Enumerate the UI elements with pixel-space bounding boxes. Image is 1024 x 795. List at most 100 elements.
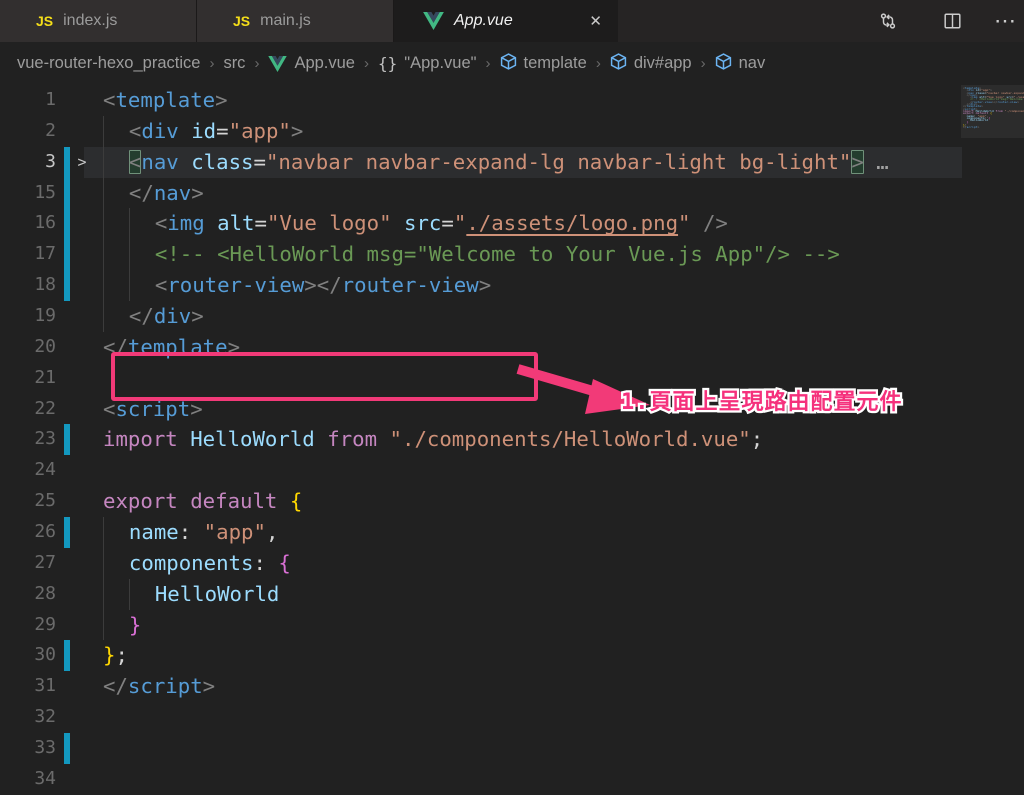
code-line-17[interactable]: 17 <!-- <HelloWorld msg="Welcome to Your …: [0, 239, 1024, 271]
annotation-label: 1.頁面上呈現路由配置元件: [619, 388, 904, 417]
breadcrumb-label: vue-router-hexo_practice: [17, 54, 201, 72]
breadcrumb-item-div-app[interactable]: div#app: [610, 52, 692, 75]
code-lines: 1 <template> 2 <div id="app"> 3 > <nav class="…: [0, 85, 1024, 795]
tab-main.js[interactable]: JS main.js: [197, 0, 394, 42]
more-actions-icon[interactable]: ⋯: [992, 7, 1020, 35]
breadcrumb-item-nav[interactable]: nav: [715, 52, 766, 75]
breadcrumb-item-vue-router-hexo-practice[interactable]: vue-router-hexo_practice: [17, 54, 200, 73]
line-number: 25: [34, 490, 56, 512]
symbol-cube-icon: [715, 52, 732, 75]
code-text: name: "app",: [103, 517, 1024, 548]
minimap[interactable]: <template> <div id="app"> <nav class="na…: [961, 85, 1024, 795]
code-line-15[interactable]: 15 </nav>: [0, 177, 1024, 209]
open-changes-icon[interactable]: [874, 7, 902, 35]
fold-gutter: [70, 301, 94, 332]
code-line-25[interactable]: 25 export default {: [0, 486, 1024, 517]
breadcrumb-separator-icon: ›: [700, 55, 706, 72]
code-line-29[interactable]: 29}: [0, 609, 1024, 641]
tab-list: JS index.js JS main.js App.vue ✕: [0, 0, 618, 42]
fold-gutter: [70, 517, 94, 548]
line-number: 24: [34, 459, 56, 481]
fold-gutter: [70, 671, 94, 702]
close-icon[interactable]: ✕: [587, 12, 604, 31]
line-number: 18: [34, 274, 56, 296]
breadcrumb-separator-icon: ›: [363, 55, 369, 72]
breadcrumb-separator-icon: ›: [254, 55, 260, 72]
code-line-30[interactable]: 30};: [0, 640, 1024, 672]
line-number: 1: [45, 89, 56, 110]
braces-icon: {}: [377, 54, 398, 73]
breadcrumb-label: "App.vue": [404, 54, 477, 72]
code-line-24[interactable]: 24: [0, 455, 1024, 486]
code-text: import HelloWorld from "./components/Hel…: [103, 427, 764, 452]
annotation-box: [111, 352, 538, 401]
line-number: 32: [34, 706, 56, 728]
code-editor[interactable]: 1 <template> 2 <div id="app"> 3 > <nav class="…: [0, 85, 1024, 795]
fold-gutter: [70, 208, 94, 239]
breadcrumb-label: src: [223, 54, 246, 72]
tab-App.vue[interactable]: App.vue ✕: [394, 0, 618, 42]
code-line-23[interactable]: 23 import HelloWorld from "./components/H…: [0, 424, 1024, 456]
code-text: <img alt="Vue logo" src="./assets/logo.p…: [103, 208, 1024, 240]
code-text: <!-- <HelloWorld msg="Welcome to Your Vu…: [103, 239, 1024, 271]
breadcrumb-label: App.vue: [294, 54, 355, 72]
line-number: 27: [34, 551, 56, 573]
code-line-33[interactable]: 33: [0, 733, 1024, 764]
line-number: 33: [34, 737, 56, 759]
line-number: 22: [34, 397, 56, 419]
fold-gutter: [70, 486, 94, 517]
code-text: </script>: [103, 674, 216, 699]
code-text: HelloWorld: [103, 578, 1024, 610]
code-line-26[interactable]: 26 name: "app",: [0, 517, 1024, 548]
breadcrumb-item-src[interactable]: src: [223, 54, 245, 73]
tab-index.js[interactable]: JS index.js: [0, 0, 197, 42]
code-line-27[interactable]: 27 components: {: [0, 547, 1024, 579]
code-text: export default {: [103, 489, 303, 514]
fold-gutter: [70, 239, 94, 270]
js-icon: JS: [233, 13, 251, 29]
breadcrumb-item-app-vue[interactable]: App.vue: [268, 54, 355, 73]
line-number: 23: [34, 428, 56, 450]
code-line-2[interactable]: 2 <div id="app">: [0, 115, 1024, 147]
tab-label: index.js: [63, 12, 118, 29]
code-line-19[interactable]: 19 </div>: [0, 301, 1024, 332]
code-line-3[interactable]: 3 > <nav class="navbar navbar-expand-lg na…: [0, 146, 1024, 178]
code-line-18[interactable]: 18 <router-view></router-view>: [0, 270, 1024, 302]
split-editor-icon[interactable]: [938, 7, 966, 35]
fold-gutter: [70, 85, 94, 116]
line-number: 15: [34, 181, 56, 203]
line-number: 30: [34, 644, 56, 666]
fold-gutter: [70, 424, 94, 455]
tab-bar: JS index.js JS main.js App.vue ✕ ⋯: [0, 0, 1024, 42]
breadcrumb-item--app-vue-[interactable]: {} "App.vue": [378, 54, 477, 73]
code-text: };: [103, 643, 128, 668]
code-line-31[interactable]: 31 </script>: [0, 671, 1024, 702]
code-line-1[interactable]: 1 <template>: [0, 85, 1024, 116]
code-line-34[interactable]: 34: [0, 764, 1024, 795]
line-number: 28: [34, 582, 56, 604]
breadcrumb-label: div#app: [633, 54, 692, 72]
fold-gutter: [70, 394, 94, 425]
breadcrumb-label: nav: [738, 54, 766, 72]
code-line-32[interactable]: 32: [0, 702, 1024, 733]
code-line-16[interactable]: 16 <img alt="Vue logo" src="./assets/logo…: [0, 208, 1024, 240]
line-number: 17: [34, 243, 56, 265]
code-text: <template>: [103, 88, 228, 112]
line-number: 2: [45, 119, 56, 141]
line-number: 3: [45, 150, 56, 172]
fold-chevron-icon[interactable]: >: [70, 147, 94, 178]
code-text: }: [103, 609, 1024, 641]
line-number: 16: [34, 212, 56, 234]
fold-gutter: [70, 610, 94, 641]
breadcrumb-item-template[interactable]: template: [500, 52, 587, 75]
code-line-28[interactable]: 28 HelloWorld: [0, 578, 1024, 610]
fold-gutter: [70, 270, 94, 301]
line-number: 26: [34, 521, 56, 543]
symbol-cube-icon: [500, 52, 517, 75]
vue-icon: [268, 55, 288, 72]
breadcrumb-separator-icon: ›: [595, 55, 601, 72]
